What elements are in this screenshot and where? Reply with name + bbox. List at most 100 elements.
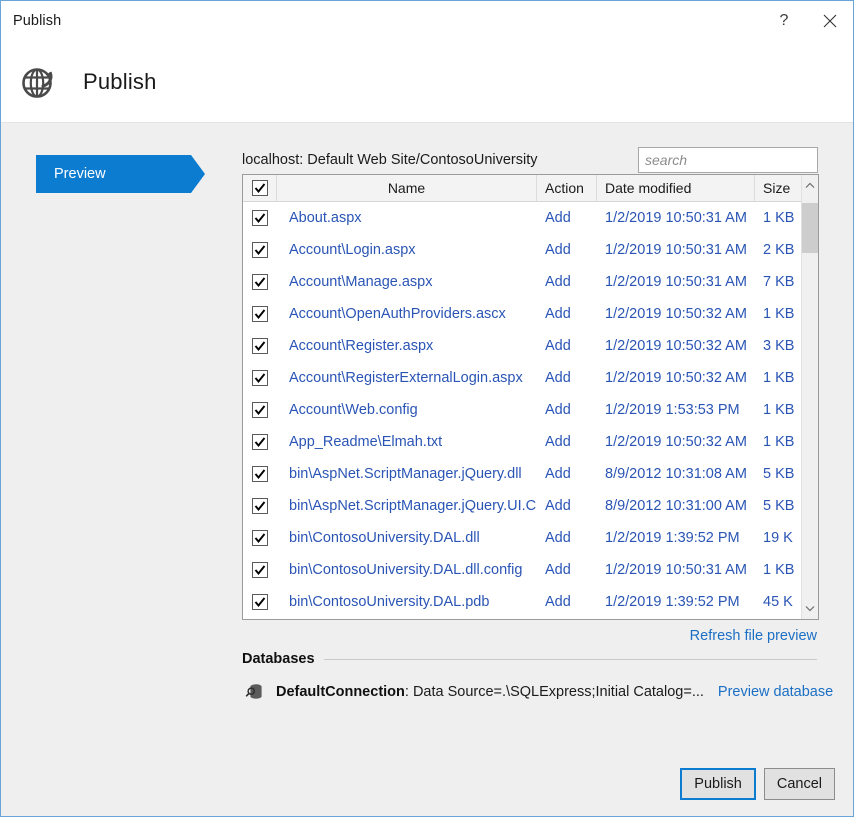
page-title: Publish: [83, 69, 157, 95]
file-name: About.aspx: [277, 210, 537, 226]
checkbox-icon: [252, 210, 268, 226]
checkbox-icon: [252, 338, 268, 354]
row-checkbox[interactable]: [243, 562, 277, 578]
checkbox-icon: [252, 306, 268, 322]
file-size: 2 KB: [755, 242, 803, 258]
publish-target-path: localhost: Default Web Site/ContosoUnive…: [242, 152, 538, 168]
database-row: DefaultConnection : Data Source=.\SQLExp…: [244, 681, 833, 703]
title-bar: Publish ?: [1, 1, 853, 41]
file-date-modified: 8/9/2012 10:31:00 AM: [597, 498, 755, 514]
table-row[interactable]: Account\OpenAuthProviders.ascxAdd1/2/201…: [243, 298, 818, 330]
close-icon[interactable]: [807, 1, 853, 41]
row-checkbox[interactable]: [243, 530, 277, 546]
publish-dialog: Publish ? Publish Preview localhost: Def…: [0, 0, 854, 817]
table-row[interactable]: Account\Register.aspxAdd1/2/2019 10:50:3…: [243, 330, 818, 362]
file-date-modified: 8/9/2012 10:31:08 AM: [597, 466, 755, 482]
table-row[interactable]: bin\AspNet.ScriptManager.jQuery.UI.CAdd8…: [243, 490, 818, 522]
file-action: Add: [537, 594, 597, 610]
publish-button[interactable]: Publish: [680, 768, 756, 800]
file-date-modified: 1/2/2019 10:50:31 AM: [597, 210, 755, 226]
table-row[interactable]: Account\Web.configAdd1/2/2019 1:53:53 PM…: [243, 394, 818, 426]
file-size: 3 KB: [755, 338, 803, 354]
file-size: 1 KB: [755, 434, 803, 450]
checkbox-icon: [252, 562, 268, 578]
file-action: Add: [537, 338, 597, 354]
table-row[interactable]: bin\ContosoUniversity.DAL.pdbAdd1/2/2019…: [243, 586, 818, 618]
row-checkbox[interactable]: [243, 242, 277, 258]
file-size: 1 KB: [755, 370, 803, 386]
column-header-size[interactable]: Size: [755, 175, 803, 201]
file-size: 1 KB: [755, 402, 803, 418]
table-row[interactable]: App_Readme\Elmah.txtAdd1/2/2019 10:50:32…: [243, 426, 818, 458]
file-name: bin\AspNet.ScriptManager.jQuery.UI.C: [277, 498, 537, 514]
row-checkbox[interactable]: [243, 498, 277, 514]
table-row[interactable]: About.aspxAdd1/2/2019 10:50:31 AM1 KB: [243, 202, 818, 234]
file-action: Add: [537, 530, 597, 546]
globe-publish-icon: [17, 60, 61, 104]
file-action: Add: [537, 210, 597, 226]
dialog-footer: Publish Cancel: [680, 768, 835, 800]
help-icon[interactable]: ?: [761, 1, 807, 41]
checkbox-icon: [252, 402, 268, 418]
file-action: Add: [537, 466, 597, 482]
file-action: Add: [537, 562, 597, 578]
table-row[interactable]: bin\ContosoUniversity.DAL.dll.configAdd1…: [243, 554, 818, 586]
row-checkbox[interactable]: [243, 306, 277, 322]
refresh-file-preview-link[interactable]: Refresh file preview: [690, 628, 817, 644]
file-list-scrollbar[interactable]: [801, 175, 818, 619]
file-action: Add: [537, 434, 597, 450]
file-list-rows: About.aspxAdd1/2/2019 10:50:31 AM1 KBAcc…: [243, 202, 818, 619]
preview-database-link[interactable]: Preview database: [718, 684, 833, 700]
row-checkbox[interactable]: [243, 210, 277, 226]
dialog-body: Preview localhost: Default Web Site/Cont…: [1, 123, 853, 816]
row-checkbox[interactable]: [243, 594, 277, 610]
checkbox-icon: [252, 274, 268, 290]
file-size: 19 K: [755, 530, 803, 546]
row-checkbox[interactable]: [243, 402, 277, 418]
cancel-button[interactable]: Cancel: [764, 768, 835, 800]
table-row[interactable]: Account\Login.aspxAdd1/2/2019 10:50:31 A…: [243, 234, 818, 266]
file-size: 1 KB: [755, 210, 803, 226]
select-all-checkbox[interactable]: [243, 175, 277, 201]
checkbox-icon: [252, 530, 268, 546]
file-name: Account\RegisterExternalLogin.aspx: [277, 370, 537, 386]
checkbox-icon: [252, 466, 268, 482]
row-checkbox[interactable]: [243, 434, 277, 450]
file-date-modified: 1/2/2019 1:39:52 PM: [597, 594, 755, 610]
scroll-down-icon[interactable]: [802, 598, 818, 619]
file-size: 5 KB: [755, 498, 803, 514]
column-header-name[interactable]: Name: [277, 175, 537, 201]
row-checkbox[interactable]: [243, 370, 277, 386]
row-checkbox[interactable]: [243, 466, 277, 482]
row-checkbox[interactable]: [243, 274, 277, 290]
table-row[interactable]: Account\Manage.aspxAdd1/2/2019 10:50:31 …: [243, 266, 818, 298]
checkbox-icon: [252, 242, 268, 258]
column-header-date[interactable]: Date modified: [597, 175, 755, 201]
scrollbar-track[interactable]: [802, 196, 818, 598]
scrollbar-thumb[interactable]: [802, 203, 818, 253]
file-date-modified: 1/2/2019 10:50:31 AM: [597, 242, 755, 258]
row-checkbox[interactable]: [243, 338, 277, 354]
tab-preview[interactable]: Preview: [36, 155, 191, 193]
column-header-action[interactable]: Action: [537, 175, 597, 201]
file-date-modified: 1/2/2019 10:50:32 AM: [597, 370, 755, 386]
window-title: Publish: [13, 13, 61, 29]
file-name: bin\ContosoUniversity.DAL.dll.config: [277, 562, 537, 578]
file-preview-list: Name Action Date modified Size About.asp…: [242, 174, 819, 620]
dialog-header: Publish: [1, 41, 853, 123]
scroll-up-icon[interactable]: [802, 175, 818, 196]
checkbox-icon: [252, 498, 268, 514]
databases-divider: [324, 659, 817, 660]
file-name: Account\Manage.aspx: [277, 274, 537, 290]
table-row[interactable]: bin\ContosoUniversity.DAL.dllAdd1/2/2019…: [243, 522, 818, 554]
table-row[interactable]: Account\RegisterExternalLogin.aspxAdd1/2…: [243, 362, 818, 394]
databases-title: Databases: [242, 651, 315, 667]
file-name: App_Readme\Elmah.txt: [277, 434, 537, 450]
file-date-modified: 1/2/2019 10:50:32 AM: [597, 434, 755, 450]
table-row[interactable]: bin\AspNet.ScriptManager.jQuery.dllAdd8/…: [243, 458, 818, 490]
search-input[interactable]: [638, 147, 818, 173]
file-action: Add: [537, 370, 597, 386]
file-date-modified: 1/2/2019 10:50:32 AM: [597, 338, 755, 354]
checkbox-icon: [252, 370, 268, 386]
file-size: 45 K: [755, 594, 803, 610]
